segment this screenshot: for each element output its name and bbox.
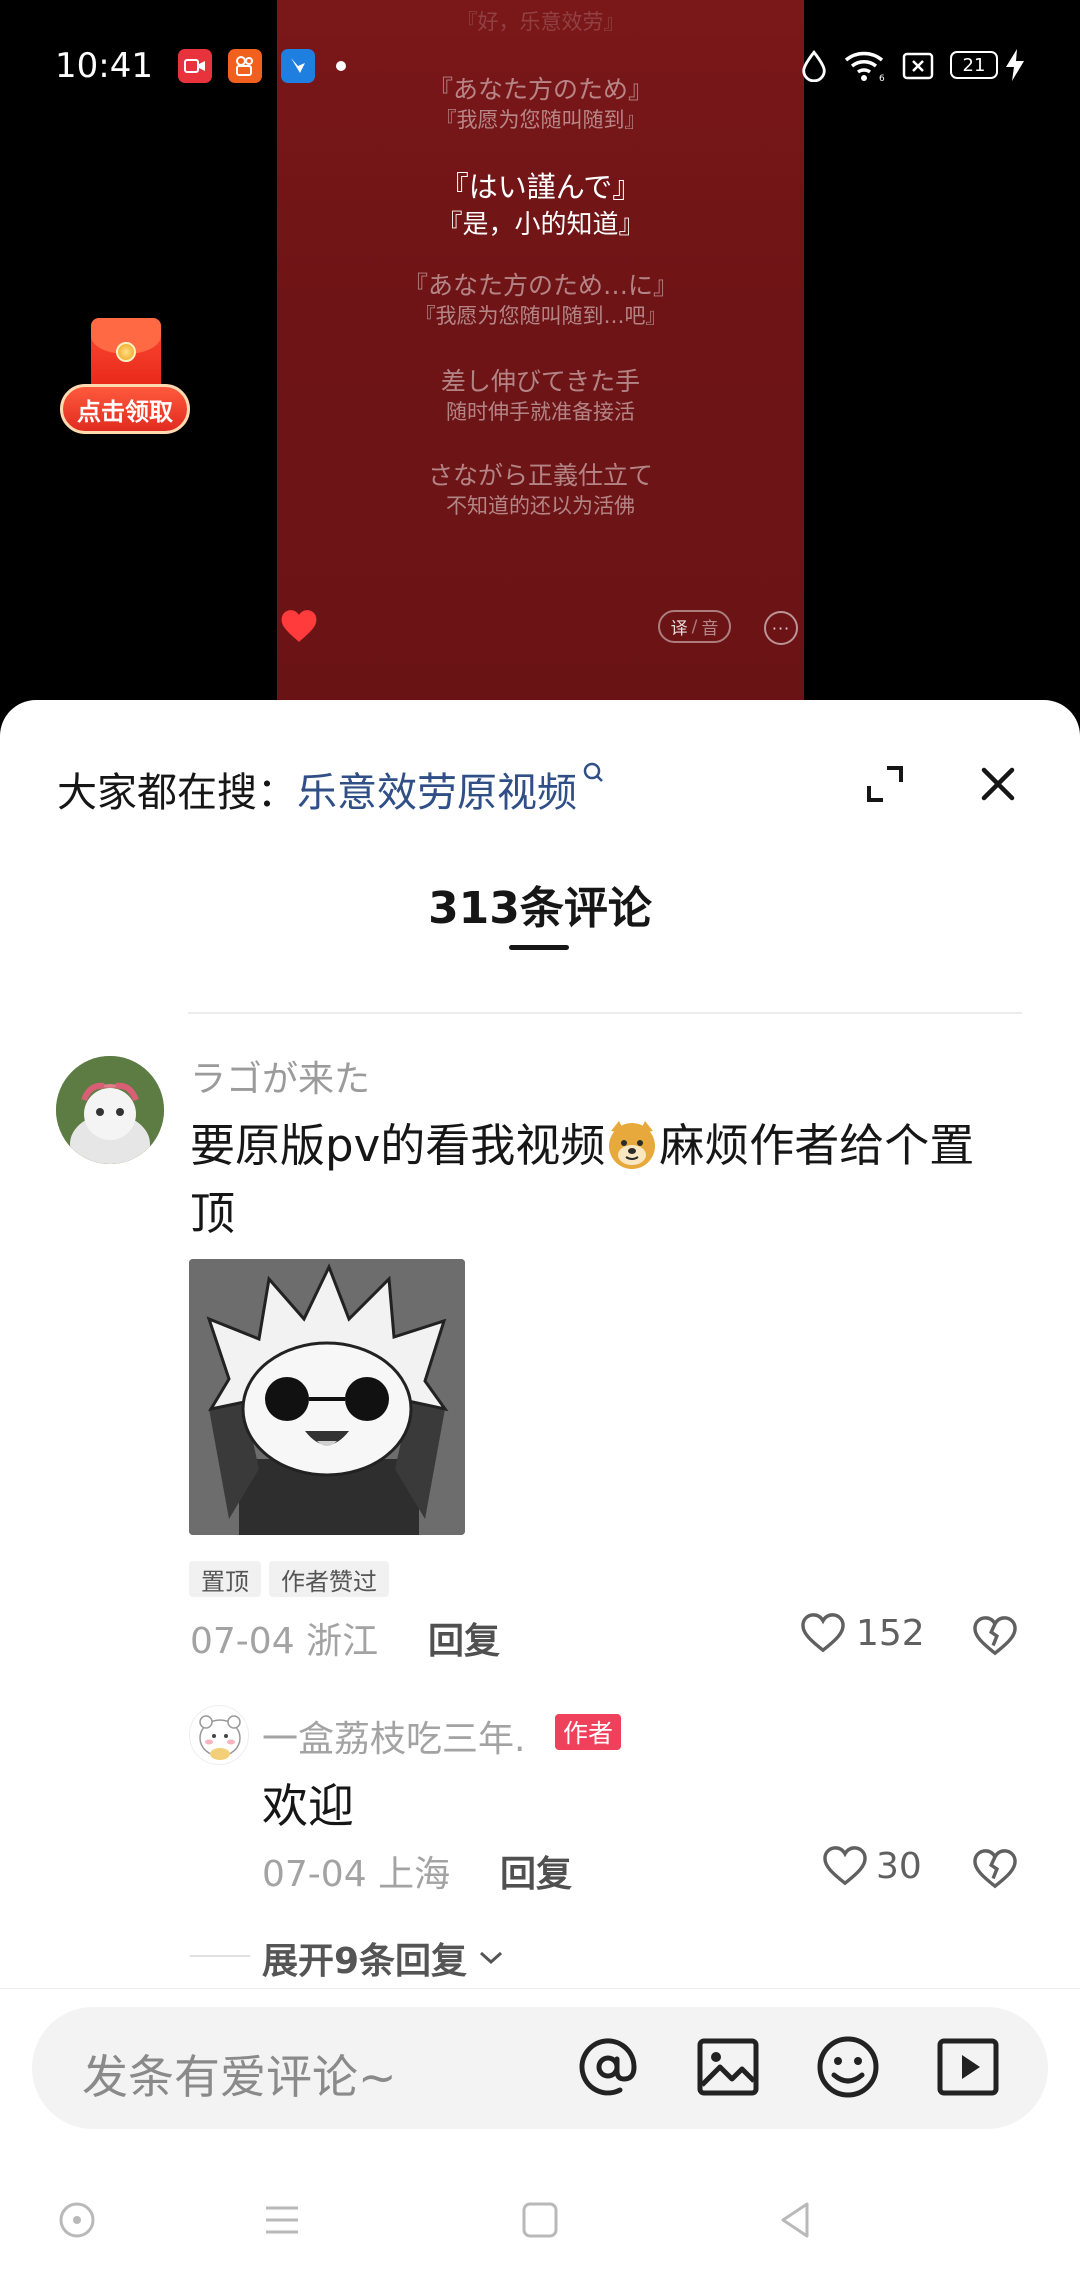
- lyric-line: 随时伸手就准备接活: [446, 400, 635, 424]
- heart-outline-icon: [823, 1846, 867, 1886]
- feishu-notification-icon: [281, 49, 315, 83]
- reply-username[interactable]: 一盒荔枝吃三年.: [262, 1710, 525, 1762]
- divider: [190, 1955, 250, 1957]
- clock: 10:41: [55, 46, 153, 86]
- author-badge: 作者: [555, 1714, 622, 1750]
- close-icon[interactable]: [978, 764, 1018, 804]
- search-icon: [583, 762, 603, 782]
- reply-like-button[interactable]: 30: [822, 1845, 922, 1887]
- lyric-line: 『あなた方のため…に』: [402, 271, 678, 300]
- comment-meta: 07-04 浙江: [190, 1612, 378, 1664]
- at-icon[interactable]: [572, 2031, 644, 2103]
- translate-toggle[interactable]: 译 / 音: [658, 610, 731, 643]
- doge-emoji-icon: [609, 1121, 656, 1169]
- no-sim-icon: [902, 52, 934, 80]
- reply-meta: 07-04 上海: [262, 1845, 450, 1897]
- menu-icon[interactable]: [262, 2200, 302, 2240]
- expand-replies-button[interactable]: 展开9条回复: [262, 1932, 505, 1984]
- assistant-icon[interactable]: [57, 2200, 97, 2240]
- comment-input[interactable]: 发条有爱评论~: [32, 2007, 1048, 2129]
- comment-date: 07-04: [190, 1621, 295, 1662]
- reply-date: 07-04: [262, 1854, 367, 1895]
- like-heart-icon[interactable]: [280, 608, 318, 644]
- charging-bolt-icon: [1006, 49, 1024, 81]
- comment-tags: 置顶 作者赞过: [189, 1561, 389, 1597]
- comment-count-title: 313条评论: [428, 883, 652, 934]
- divider: [188, 1012, 1022, 1014]
- system-navigation-bar: [0, 2170, 1080, 2280]
- lyric-line: 不知道的还以为活佛: [446, 494, 635, 518]
- lyric-line-current: 『是，小的知道』: [436, 210, 645, 240]
- emoji-icon[interactable]: [812, 2031, 884, 2103]
- water-drop-icon: [802, 50, 826, 82]
- comment-location: 浙江: [306, 1621, 379, 1662]
- more-notifications-dot: [336, 61, 346, 71]
- search-prefix: 大家都在搜：: [57, 770, 297, 816]
- back-icon[interactable]: [775, 2200, 815, 2240]
- lyric-line: 差し伸びてきた手: [440, 367, 641, 396]
- lyric-line: さながら正義仕立て: [427, 461, 653, 490]
- battery-icon: 21: [950, 51, 998, 79]
- comment-sheet: 大家都在搜：乐意效劳原视频 313条评论 ラゴが来た 要原版pv的看我视频 麻烦…: [0, 700, 1080, 2280]
- tab-indicator: [509, 945, 569, 950]
- video-call-notification-icon: [178, 49, 212, 83]
- expand-icon[interactable]: [865, 764, 905, 804]
- author-liked-tag: 作者赞过: [269, 1561, 389, 1597]
- red-envelope-button[interactable]: 点击领取: [58, 318, 192, 440]
- comment-username[interactable]: ラゴが来た: [190, 1050, 370, 1102]
- translate-label: 译: [670, 619, 688, 639]
- audio-label: 音: [701, 619, 719, 639]
- home-icon[interactable]: [520, 2200, 560, 2240]
- image-icon[interactable]: [692, 2031, 764, 2103]
- avatar[interactable]: [56, 1056, 164, 1164]
- expand-replies-label: 展开9条回复: [262, 1941, 468, 1982]
- video-icon[interactable]: [932, 2031, 1004, 2103]
- reply-text: 欢迎: [262, 1779, 354, 1833]
- reply-button[interactable]: 回复: [428, 1612, 500, 1664]
- like-button[interactable]: 152: [800, 1612, 925, 1654]
- like-count: 152: [856, 1612, 925, 1654]
- comment-input-placeholder: 发条有爱评论~: [82, 2050, 397, 2104]
- comment-text: 要原版pv的看我视频 麻烦作者给个置顶: [190, 1119, 975, 1240]
- svg-text:6: 6: [879, 74, 885, 82]
- reply-to-reply-button[interactable]: 回复: [500, 1845, 572, 1897]
- status-bar: 10:41 6 21: [0, 0, 1080, 130]
- reply-like-count: 30: [876, 1845, 922, 1887]
- comment-input-bar: 发条有爱评论~: [0, 1988, 1080, 2170]
- heart-outline-icon: [801, 1613, 845, 1653]
- lyric-line: 『我愿为您随叫随到…吧』: [414, 304, 667, 328]
- reply-location: 上海: [378, 1854, 451, 1895]
- trending-search-bar[interactable]: 大家都在搜：乐意效劳原视频: [57, 760, 605, 818]
- pinned-tag: 置顶: [189, 1561, 261, 1597]
- more-options-icon[interactable]: ···: [764, 611, 798, 645]
- lyric-line-current: 『はい謹んで』: [439, 170, 642, 204]
- search-keyword-link[interactable]: 乐意效劳原视频: [297, 770, 577, 816]
- reply-avatar[interactable]: [189, 1705, 249, 1765]
- dislike-broken-heart-icon[interactable]: [972, 1848, 1018, 1890]
- chevron-down-icon: [480, 1951, 503, 1965]
- wifi-icon: 6: [844, 51, 885, 82]
- dislike-broken-heart-icon[interactable]: [972, 1615, 1018, 1657]
- kuaishou-notification-icon: [228, 49, 262, 83]
- red-envelope-label: 点击领取: [60, 384, 190, 434]
- comment-image[interactable]: [189, 1259, 465, 1535]
